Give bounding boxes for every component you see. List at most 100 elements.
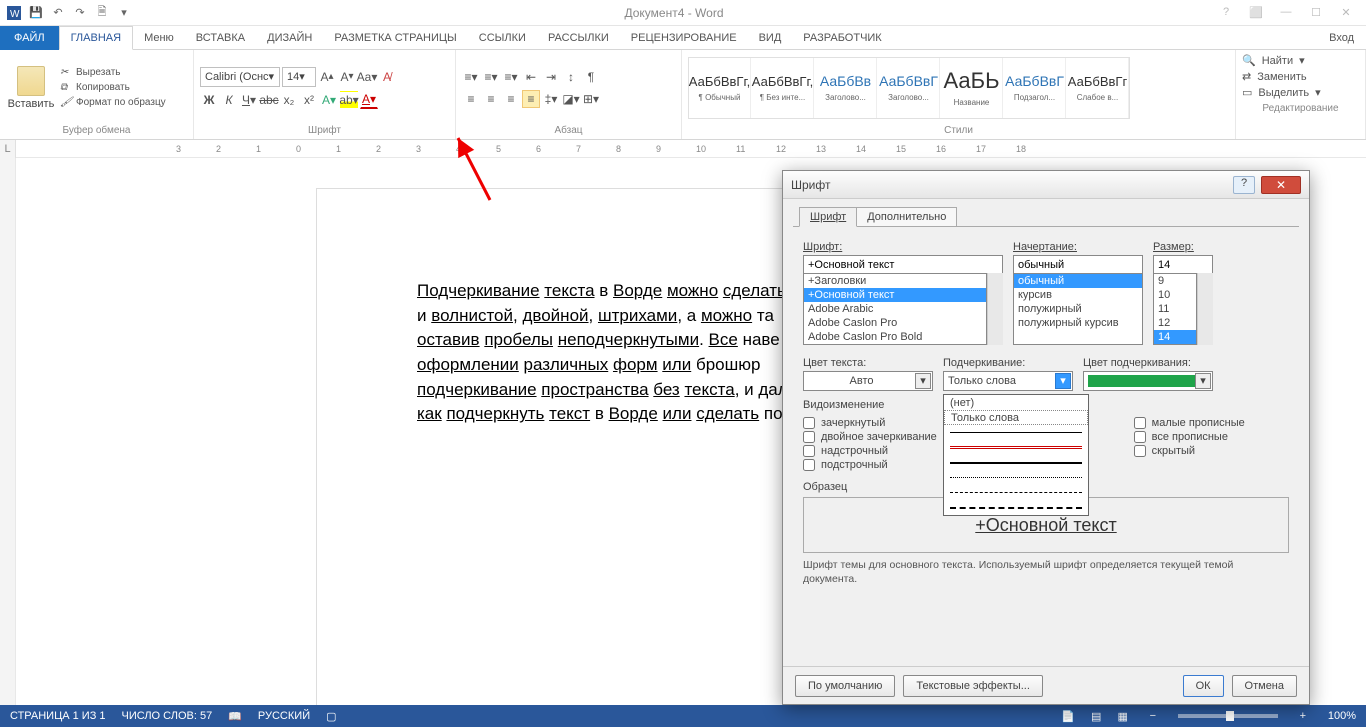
login-link[interactable]: Вход xyxy=(1317,32,1366,44)
list-item[interactable]: Adobe Caslon Pro Bold xyxy=(804,330,986,344)
redo-icon[interactable]: ↷ xyxy=(70,3,90,23)
font-listbox[interactable]: +Заголовки+Основной текстAdobe ArabicAdo… xyxy=(803,273,987,345)
macro-icon[interactable]: ▢ xyxy=(326,710,336,723)
underline-option-single[interactable] xyxy=(944,425,1088,440)
style-item[interactable]: АаБбВвГПодзагол... xyxy=(1004,58,1066,118)
highlight-icon[interactable]: ab▾ xyxy=(340,91,358,109)
ribbon-display-icon[interactable]: ⬜ xyxy=(1244,6,1268,19)
tab-insert[interactable]: ВСТАВКА xyxy=(185,26,256,50)
tab-design[interactable]: ДИЗАЙН xyxy=(256,26,323,50)
effect-checkbox[interactable]: все прописные xyxy=(1134,431,1289,443)
increase-indent-icon[interactable]: ⇥ xyxy=(542,68,560,86)
borders-icon[interactable]: ⊞▾ xyxy=(582,90,600,108)
underline-dropdown[interactable]: (нет) Только слова xyxy=(943,394,1089,516)
copy-button[interactable]: ⧉Копировать xyxy=(60,82,166,94)
zoom-in-icon[interactable]: + xyxy=(1294,710,1312,722)
underline-style-combo[interactable]: Только слова▾ xyxy=(943,371,1073,391)
underline-option-thick[interactable] xyxy=(944,455,1088,470)
underline-option-dotted[interactable] xyxy=(944,470,1088,485)
dialog-close-icon[interactable]: ✕ xyxy=(1261,176,1301,194)
font-input[interactable] xyxy=(803,255,1003,273)
select-button[interactable]: ▭ Выделить ▾ xyxy=(1242,86,1359,99)
font-size-combo[interactable]: 14 ▾ xyxy=(282,67,316,87)
tab-layout[interactable]: РАЗМЕТКА СТРАНИЦЫ xyxy=(323,26,467,50)
default-button[interactable]: По умолчанию xyxy=(795,675,895,697)
shading-icon[interactable]: ◪▾ xyxy=(562,90,580,108)
justify-icon[interactable]: ≡ xyxy=(522,90,540,108)
bullets-icon[interactable]: ≡▾ xyxy=(462,68,480,86)
tab-review[interactable]: РЕЦЕНЗИРОВАНИЕ xyxy=(620,26,748,50)
tab-developer[interactable]: РАЗРАБОТЧИК xyxy=(792,26,892,50)
paste-button[interactable]: Вставить xyxy=(6,66,56,110)
size-listbox[interactable]: 910111214 xyxy=(1153,273,1197,345)
size-scrollbar[interactable] xyxy=(1197,273,1213,345)
horizontal-ruler[interactable]: 3210123456789101112131415161718 xyxy=(16,140,1366,158)
tab-file[interactable]: ФАЙЛ xyxy=(0,26,59,50)
text-effects-button[interactable]: Текстовые эффекты... xyxy=(903,675,1043,697)
list-item[interactable]: +Заголовки xyxy=(804,274,986,288)
text-color-combo[interactable]: Авто▾ xyxy=(803,371,933,391)
list-item[interactable]: 12 xyxy=(1154,316,1196,330)
style-item[interactable]: АаБбВвГгСлабое в... xyxy=(1067,58,1129,118)
tab-menu[interactable]: Меню xyxy=(133,26,185,50)
list-item[interactable]: 11 xyxy=(1154,302,1196,316)
effect-checkbox[interactable]: скрытый xyxy=(1134,445,1289,457)
vertical-ruler[interactable] xyxy=(0,158,16,705)
tab-references[interactable]: ССЫЛКИ xyxy=(468,26,537,50)
underline-option-single2[interactable] xyxy=(944,440,1088,455)
status-words[interactable]: ЧИСЛО СЛОВ: 57 xyxy=(122,710,213,722)
italic-button[interactable]: К xyxy=(220,91,238,109)
decrease-indent-icon[interactable]: ⇤ xyxy=(522,68,540,86)
underline-color-combo[interactable]: ▾ xyxy=(1083,371,1213,391)
list-item[interactable]: курсив xyxy=(1014,288,1142,302)
shrink-font-icon[interactable]: A▾ xyxy=(338,68,356,86)
underline-option-dashed-thick[interactable] xyxy=(944,500,1088,515)
subscript-button[interactable]: x₂ xyxy=(280,91,298,109)
zoom-value[interactable]: 100% xyxy=(1328,710,1356,722)
new-doc-icon[interactable]: 🗎 xyxy=(92,3,112,23)
strikethrough-button[interactable]: abc xyxy=(260,91,278,109)
dialog-tab-advanced[interactable]: Дополнительно xyxy=(856,207,957,227)
line-spacing-icon[interactable]: ‡▾ xyxy=(542,90,560,108)
list-item[interactable]: 10 xyxy=(1154,288,1196,302)
list-item[interactable]: обычный xyxy=(1014,274,1142,288)
multilevel-icon[interactable]: ≡▾ xyxy=(502,68,520,86)
font-color-icon[interactable]: A▾ xyxy=(360,91,378,109)
style-item[interactable]: АаБЬНазвание xyxy=(941,58,1003,118)
underline-option-dashed[interactable] xyxy=(944,485,1088,500)
dialog-help-icon[interactable]: ? xyxy=(1233,176,1255,194)
cut-button[interactable]: ✂Вырезать xyxy=(60,67,166,79)
style-item[interactable]: АаБбВвГг,¶ Без инте... xyxy=(752,58,814,118)
view-read-icon[interactable]: 📄 xyxy=(1061,710,1075,723)
format-painter-button[interactable]: 🖌Формат по образцу xyxy=(60,97,166,109)
clear-format-icon[interactable]: A̸ xyxy=(378,68,396,86)
effect-checkbox[interactable]: надстрочный xyxy=(803,445,958,457)
view-web-icon[interactable]: ▦ xyxy=(1117,710,1127,723)
save-icon[interactable]: 💾 xyxy=(26,3,46,23)
proofing-icon[interactable]: 📖 xyxy=(228,710,242,723)
underline-option-words[interactable]: Только слова xyxy=(944,410,1088,425)
ok-button[interactable]: ОК xyxy=(1183,675,1224,697)
close-icon[interactable]: ✕ xyxy=(1334,6,1358,19)
status-language[interactable]: РУССКИЙ xyxy=(258,710,310,722)
grow-font-icon[interactable]: A▴ xyxy=(318,68,336,86)
effect-checkbox[interactable]: малые прописные xyxy=(1134,417,1289,429)
tab-mailings[interactable]: РАССЫЛКИ xyxy=(537,26,620,50)
align-center-icon[interactable]: ≡ xyxy=(482,90,500,108)
style-item[interactable]: АаБбВвГг,¶ Обычный xyxy=(689,58,751,118)
minimize-icon[interactable]: — xyxy=(1274,6,1298,19)
numbering-icon[interactable]: ≡▾ xyxy=(482,68,500,86)
maximize-icon[interactable]: ☐ xyxy=(1304,6,1328,19)
size-input[interactable] xyxy=(1153,255,1213,273)
zoom-out-icon[interactable]: − xyxy=(1144,710,1162,722)
font-scrollbar[interactable] xyxy=(987,273,1003,345)
underline-option-none[interactable]: (нет) xyxy=(944,395,1088,410)
list-item[interactable]: Adobe Caslon Pro xyxy=(804,316,986,330)
sort-icon[interactable]: ↕ xyxy=(562,68,580,86)
effect-checkbox[interactable]: подстрочный xyxy=(803,459,958,471)
change-case-icon[interactable]: Aa▾ xyxy=(358,68,376,86)
help-icon[interactable]: ? xyxy=(1214,6,1238,19)
text-effects-icon[interactable]: A▾ xyxy=(320,91,338,109)
list-item[interactable]: полужирный xyxy=(1014,302,1142,316)
list-item[interactable]: 9 xyxy=(1154,274,1196,288)
